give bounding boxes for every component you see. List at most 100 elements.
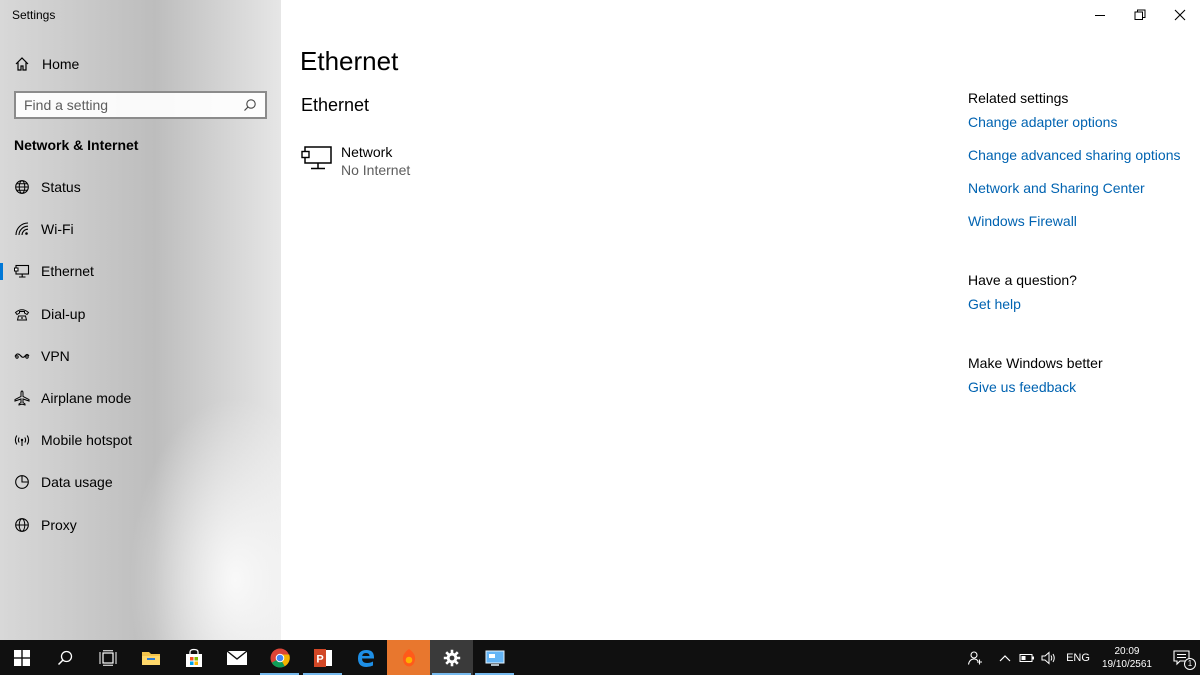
- store-button[interactable]: [172, 640, 215, 675]
- chrome-button[interactable]: [258, 640, 301, 675]
- orange-app-icon: [402, 648, 415, 666]
- remote-desktop-icon: [485, 650, 504, 666]
- action-center-button[interactable]: 1: [1164, 640, 1200, 675]
- airplane-icon: [14, 390, 30, 406]
- change-advanced-sharing-link[interactable]: Change advanced sharing options: [968, 147, 1198, 163]
- sidebar-item-label: Proxy: [41, 516, 77, 533]
- search-input[interactable]: [24, 97, 243, 113]
- start-button[interactable]: [0, 640, 43, 675]
- sidebar-item-label: Dial-up: [41, 305, 86, 322]
- proxy-globe-icon: [14, 517, 30, 533]
- vpn-icon: [14, 348, 30, 364]
- section-title: Ethernet: [301, 95, 370, 115]
- nav-home[interactable]: Home: [14, 55, 79, 73]
- people-icon: [968, 650, 983, 665]
- edge-icon: [357, 649, 374, 667]
- powerpoint-icon: P: [313, 648, 332, 667]
- settings-button[interactable]: [430, 640, 473, 675]
- data-usage-icon: [14, 474, 30, 490]
- search-icon[interactable]: [243, 98, 257, 112]
- network-text: Network No Internet: [341, 143, 410, 179]
- sidebar-item-label: Status: [41, 179, 81, 196]
- notification-count-badge: 1: [1184, 658, 1196, 670]
- get-help-link[interactable]: Get help: [968, 296, 1198, 312]
- sidebar-section-title: Network & Internet: [14, 137, 139, 153]
- orange-app-button[interactable]: [387, 640, 430, 675]
- clock[interactable]: 20:09 19/10/2561: [1102, 645, 1152, 671]
- powerpoint-button[interactable]: P: [301, 640, 344, 675]
- hotspot-icon: [14, 432, 30, 448]
- taskbar: P ENG 20:09 19/10/2561 1: [0, 640, 1200, 675]
- make-windows-better-header: Make Windows better: [968, 355, 1103, 371]
- restore-button[interactable]: [1120, 0, 1160, 30]
- battery-button[interactable]: [1016, 640, 1038, 675]
- related-settings-header: Related settings: [968, 90, 1069, 106]
- sidebar-item-vpn[interactable]: VPN: [0, 335, 281, 377]
- close-button[interactable]: [1160, 0, 1200, 30]
- minimize-icon: [1095, 15, 1105, 16]
- sidebar-item-data-usage[interactable]: Data usage: [0, 461, 281, 503]
- sidebar-item-hotspot[interactable]: Mobile hotspot: [0, 419, 281, 461]
- sidebar-item-label: Data usage: [41, 474, 113, 491]
- mail-icon: [226, 649, 247, 665]
- page-title: Ethernet: [300, 46, 399, 76]
- show-hidden-icons-button[interactable]: [994, 640, 1016, 675]
- battery-icon: [1019, 653, 1035, 662]
- close-icon: [1174, 9, 1186, 21]
- sidebar-item-dialup[interactable]: Dial-up: [0, 293, 281, 335]
- status-globe-icon: [14, 179, 30, 195]
- taskbar-search-button[interactable]: [43, 640, 86, 675]
- nav-home-label: Home: [42, 56, 80, 72]
- minimize-button[interactable]: [1080, 0, 1120, 30]
- windows-firewall-link[interactable]: Windows Firewall: [968, 213, 1198, 229]
- search-box[interactable]: [14, 91, 267, 119]
- volume-button[interactable]: [1038, 640, 1060, 675]
- people-button[interactable]: [964, 640, 986, 675]
- sidebar-item-ethernet[interactable]: Ethernet: [0, 250, 281, 292]
- file-explorer-button[interactable]: [129, 640, 172, 675]
- clock-time: 20:09: [1114, 645, 1140, 657]
- start-icon: [13, 649, 30, 666]
- edge-button[interactable]: [344, 640, 387, 675]
- question-header: Have a question?: [968, 272, 1077, 288]
- svg-text:P: P: [316, 653, 323, 665]
- restore-icon: [1134, 9, 1146, 20]
- network-name: Network: [341, 144, 393, 160]
- window-title: Settings: [12, 8, 56, 22]
- settings-gear-icon: [443, 649, 460, 666]
- task-view-button[interactable]: [86, 640, 129, 675]
- clock-date: 19/10/2561: [1101, 658, 1152, 670]
- sidebar-item-label: Ethernet: [41, 263, 94, 280]
- home-icon: [14, 56, 30, 72]
- sidebar: Settings Home Network & Internet Status …: [0, 0, 281, 640]
- store-icon: [185, 648, 202, 667]
- related-panel: Related settings Change adapter options …: [968, 90, 1198, 395]
- chevron-up-icon: [999, 654, 1011, 661]
- wifi-icon: [14, 221, 30, 237]
- ethernet-icon: [14, 263, 30, 279]
- sidebar-item-wifi[interactable]: Wi-Fi: [0, 208, 281, 250]
- system-tray: ENG 20:09 19/10/2561 1: [964, 640, 1200, 675]
- sidebar-item-proxy[interactable]: Proxy: [0, 504, 281, 546]
- change-adapter-options-link[interactable]: Change adapter options: [968, 114, 1198, 130]
- window-controls: [1080, 0, 1200, 30]
- sidebar-item-status[interactable]: Status: [0, 166, 281, 208]
- file-explorer-icon: [141, 651, 160, 665]
- dialup-icon: [14, 306, 30, 322]
- remote-desktop-button[interactable]: [473, 640, 516, 675]
- search-icon: [57, 650, 72, 665]
- network-status: No Internet: [341, 162, 411, 178]
- network-sharing-center-link[interactable]: Network and Sharing Center: [968, 180, 1198, 196]
- sidebar-item-label: Mobile hotspot: [41, 432, 133, 449]
- task-view-icon: [99, 649, 116, 666]
- sidebar-item-airplane[interactable]: Airplane mode: [0, 377, 281, 419]
- language-indicator[interactable]: ENG: [1066, 652, 1090, 664]
- give-feedback-link[interactable]: Give us feedback: [968, 379, 1198, 395]
- sidebar-item-label: VPN: [41, 347, 70, 364]
- volume-icon: [1041, 650, 1055, 665]
- sidebar-nav: Status Wi-Fi Ethernet Dial-up VPN Airpla…: [0, 166, 281, 546]
- sidebar-item-label: Airplane mode: [41, 390, 132, 407]
- network-connection[interactable]: Network No Internet: [301, 143, 410, 179]
- chrome-icon: [270, 648, 290, 668]
- mail-button[interactable]: [215, 640, 258, 675]
